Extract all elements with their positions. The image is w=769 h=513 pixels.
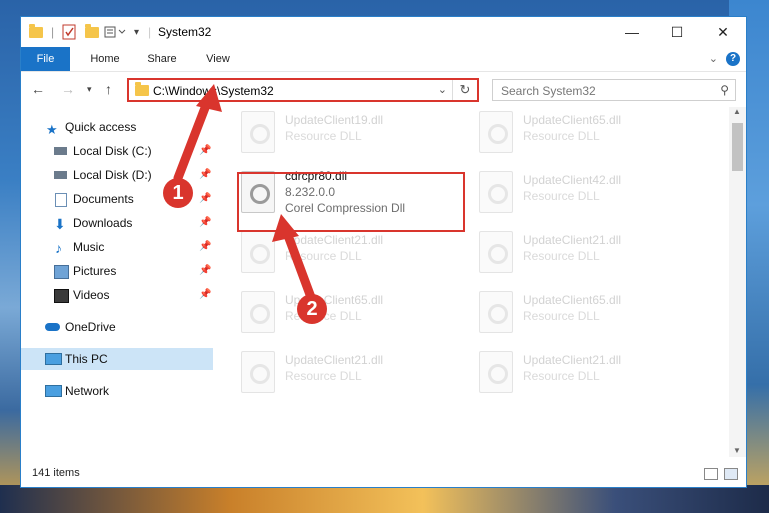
step-2-badge: 2	[297, 294, 327, 324]
arrow-2	[281, 225, 317, 305]
annotation-arrows	[173, 84, 317, 305]
arrow-1-head	[196, 84, 222, 112]
step-1-badge: 1	[163, 178, 193, 208]
arrow-1	[173, 95, 213, 183]
arrow-2-head	[272, 214, 299, 242]
